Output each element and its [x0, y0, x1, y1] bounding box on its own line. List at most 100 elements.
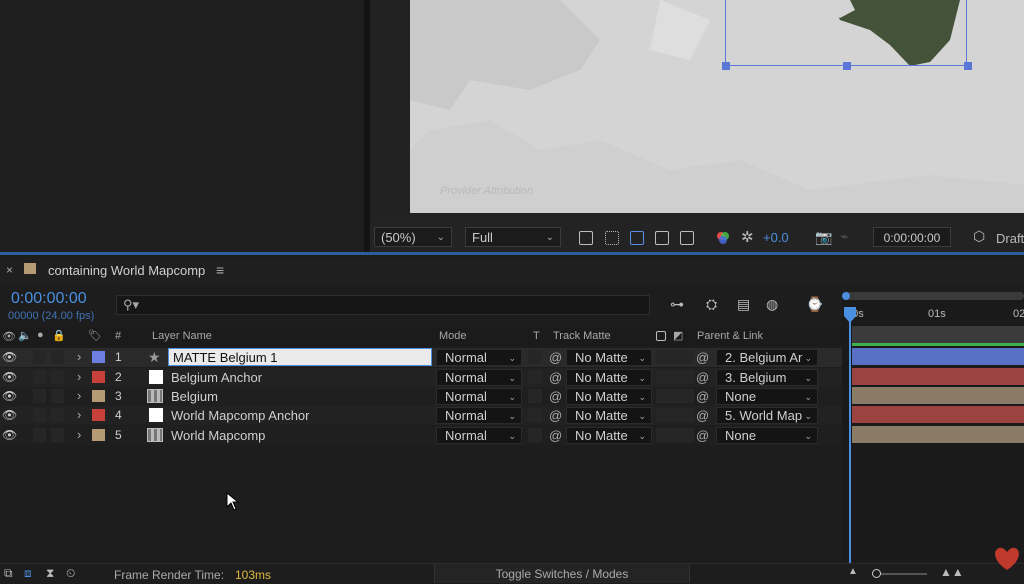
viewer-timecode[interactable]: 0:00:00:00 — [873, 227, 951, 247]
work-area-bar[interactable] — [845, 292, 1024, 300]
graph-editor-icon[interactable]: ⌚ — [806, 296, 823, 313]
solo-switch[interactable] — [33, 428, 46, 442]
lock-switch[interactable] — [51, 370, 64, 384]
transparency-grid-icon[interactable] — [605, 231, 619, 245]
renderer-label[interactable]: Draft — [996, 231, 1024, 246]
layer-bar[interactable] — [852, 348, 1024, 365]
zoom-slider-thumb[interactable] — [872, 569, 881, 578]
layer-bounding-box[interactable] — [725, 0, 967, 66]
eye-icon[interactable]: 👁 — [2, 350, 17, 364]
transform-handle[interactable] — [964, 62, 972, 70]
solo-switch[interactable] — [33, 408, 46, 422]
audio-icon[interactable]: 🔈 — [18, 329, 32, 342]
playhead-line[interactable] — [849, 307, 851, 563]
layer-search-input[interactable]: ⚲▾ — [116, 295, 650, 315]
zoom-in-icon[interactable]: ▲▲ — [940, 565, 964, 579]
motion-blur-icon[interactable]: ◍ — [766, 296, 778, 313]
matte-pickwhip-icon[interactable]: @ — [549, 408, 562, 423]
lock-switch[interactable] — [51, 389, 64, 403]
blend-mode-dropdown[interactable]: Normal ⌄ — [436, 388, 522, 405]
eye-icon[interactable]: 👁 — [2, 370, 17, 384]
layer-name-field[interactable]: MATTE Belgium 1 — [168, 348, 432, 366]
layer-bar[interactable] — [852, 426, 1024, 443]
eye-icon[interactable]: 👁 — [2, 389, 17, 403]
col-layer-name[interactable]: Layer Name — [152, 330, 212, 342]
timeline-tab-title[interactable]: containing World Mapcomp — [48, 263, 205, 278]
lock-switch[interactable] — [51, 428, 64, 442]
eye-icon[interactable]: 👁 — [2, 428, 17, 442]
lock-switch[interactable] — [51, 350, 64, 364]
layer-name[interactable]: World Mapcomp Anchor — [171, 408, 310, 423]
mask-visibility-icon[interactable] — [630, 231, 644, 245]
matte-switches[interactable] — [656, 370, 694, 384]
matte-switches[interactable] — [656, 350, 694, 364]
snapshot-camera-icon[interactable]: 📷 — [815, 229, 832, 246]
matte-pickwhip-icon[interactable]: @ — [549, 428, 562, 443]
track-matte-dropdown[interactable]: No Matte ⌄ — [566, 388, 652, 405]
region-of-interest-icon[interactable] — [579, 231, 593, 245]
matte-pickwhip-icon[interactable]: @ — [549, 350, 562, 365]
guides-icon[interactable] — [655, 231, 669, 245]
solo-switch[interactable] — [33, 350, 46, 364]
parent-pickwhip-icon[interactable]: @ — [696, 428, 709, 443]
grid-icon[interactable] — [680, 231, 694, 245]
parent-dropdown[interactable]: None ⌄ — [716, 427, 818, 444]
blend-mode-dropdown[interactable]: Normal ⌄ — [436, 349, 522, 366]
parent-pickwhip-icon[interactable]: @ — [696, 389, 709, 404]
exposure-value[interactable]: +0.0 — [763, 230, 789, 245]
matte-switches[interactable] — [656, 428, 694, 442]
composition-flowchart-icon[interactable]: ⊶ — [670, 296, 684, 313]
parent-dropdown[interactable]: None ⌄ — [716, 388, 818, 405]
layer-name[interactable]: World Mapcomp — [171, 428, 265, 443]
blend-mode-dropdown[interactable]: Normal ⌄ — [436, 427, 522, 444]
parent-dropdown[interactable]: 3. Belgium ⌄ — [716, 369, 818, 386]
track-matte-dropdown[interactable]: No Matte ⌄ — [566, 427, 652, 444]
show-snapshot-icon[interactable]: ⌁ — [840, 228, 848, 245]
chevron-right-icon[interactable]: › — [77, 369, 81, 384]
solo-icon[interactable]: ● — [37, 329, 44, 341]
track-matte-dropdown[interactable]: No Matte ⌄ — [566, 407, 652, 424]
close-tab-icon[interactable]: × — [6, 263, 13, 277]
track-matte-dropdown[interactable]: No Matte ⌄ — [566, 349, 652, 366]
zoom-handle[interactable] — [842, 292, 850, 300]
parent-pickwhip-icon[interactable]: @ — [696, 370, 709, 385]
current-time-display[interactable]: 0:00:00:00 — [11, 290, 87, 308]
3d-renderer-icon[interactable]: ⬡ — [973, 228, 985, 245]
shy-layers-icon[interactable]: ⛭ — [706, 296, 717, 313]
chevron-right-icon[interactable]: › — [77, 407, 81, 422]
preserve-transparency-switch[interactable] — [528, 428, 542, 442]
layer-bar[interactable] — [852, 406, 1024, 423]
video-visibility-icon[interactable]: 👁 — [2, 330, 16, 343]
transform-handle[interactable] — [843, 62, 851, 70]
label-swatch[interactable] — [92, 371, 105, 383]
blend-mode-dropdown[interactable]: Normal ⌄ — [436, 407, 522, 424]
matte-pickwhip-icon[interactable]: @ — [549, 370, 562, 385]
panel-menu-icon[interactable]: ≡ — [216, 262, 224, 278]
exposure-reset-icon[interactable]: ✲ — [741, 228, 754, 246]
matte-switches[interactable] — [656, 389, 694, 403]
render-time-pane-icon[interactable]: ⏲ — [66, 566, 75, 581]
preserve-transparency-switch[interactable] — [528, 350, 542, 364]
layer-bar[interactable] — [852, 368, 1024, 385]
chevron-right-icon[interactable]: › — [77, 388, 81, 403]
layer-name[interactable]: Belgium Anchor — [171, 370, 262, 385]
parent-pickwhip-icon[interactable]: @ — [696, 408, 709, 423]
parent-dropdown[interactable]: 2. Belgium Ar ⌄ — [716, 349, 818, 366]
chevron-right-icon[interactable]: › — [77, 349, 81, 364]
solo-switch[interactable] — [33, 370, 46, 384]
chevron-right-icon[interactable]: › — [77, 427, 81, 442]
toggle-switches-modes-button[interactable]: Toggle Switches / Modes — [434, 564, 690, 583]
preserve-transparency-switch[interactable] — [528, 408, 542, 422]
label-swatch[interactable] — [92, 351, 105, 363]
work-area-range[interactable] — [852, 326, 1024, 344]
preserve-transparency-switch[interactable] — [528, 370, 542, 384]
resolution-dropdown[interactable]: Full ⌄ — [465, 227, 561, 247]
solo-switch[interactable] — [33, 389, 46, 403]
layer-bar[interactable] — [852, 387, 1024, 404]
transfer-controls-pane-icon[interactable]: ⧈ — [24, 566, 32, 581]
color-channels-icon[interactable] — [715, 230, 731, 246]
magnification-dropdown[interactable]: (50%) ⌄ — [374, 227, 452, 247]
matte-pickwhip-icon[interactable]: @ — [549, 389, 562, 404]
track-matte-dropdown[interactable]: No Matte ⌄ — [566, 369, 652, 386]
zoom-out-icon[interactable]: ▲ — [848, 566, 858, 577]
